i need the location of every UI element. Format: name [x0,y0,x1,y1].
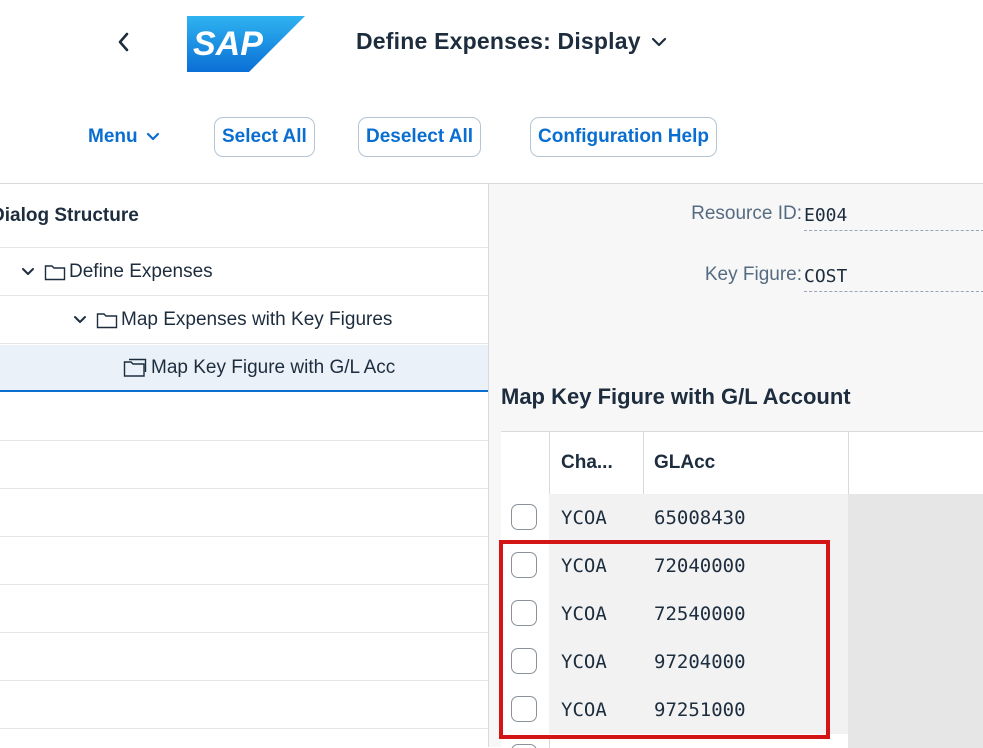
tree-item-label: Map Expenses with Key Figures [121,309,393,330]
cell-glacc: 72040000 [654,555,746,577]
row-checkbox[interactable] [511,600,537,626]
chevron-down-icon [651,37,666,46]
chevron-left-icon [118,32,129,52]
row-checkbox[interactable] [511,696,537,722]
column-divider [643,432,644,494]
chevron-down-icon [146,132,159,141]
menu-label: Menu [88,126,138,147]
deselect-all-button[interactable]: Deselect All [358,117,482,157]
tree-empty-row [0,393,488,441]
tree-empty-row [0,489,488,537]
table-empty-area [848,494,983,748]
folder-icon [96,310,118,330]
row-checkbox[interactable] [511,648,537,674]
select-all-button[interactable]: Select All [214,117,315,157]
cell-chart: YCOA [561,555,607,577]
dialog-structure-panel: Dialog Structure Define Expenses Map Exp… [0,183,488,747]
row-checkbox[interactable] [511,744,537,748]
table-row[interactable]: YCOA 72040000 [501,542,848,591]
tree-item-map-key-figure[interactable]: Map Key Figure with G/L Acc [0,345,488,392]
chevron-down-icon[interactable] [18,267,38,277]
resource-id-field[interactable]: E004 [804,200,983,231]
tree-item-define-expenses[interactable]: Define Expenses [0,249,488,296]
table-row[interactable]: YCOA 97251000 [501,686,848,735]
page-title: Define Expenses: Display [356,28,641,54]
table-row[interactable]: YCOA 72540000 [501,590,848,639]
resource-id-label: Resource ID: [691,203,802,224]
table-row[interactable]: YCOA 65008430 [501,494,848,543]
back-button[interactable] [112,27,134,57]
cell-chart: YCOA [561,699,607,721]
folder-page-icon [123,358,148,378]
column-divider [848,432,849,494]
dialog-structure-title: Dialog Structure [0,204,139,226]
column-header-glacc[interactable]: GLAcc [654,432,715,494]
column-header-chart[interactable]: Cha... [561,432,613,494]
menu-button[interactable]: Menu [88,117,160,157]
chevron-down-icon[interactable] [70,315,90,325]
section-title: Map Key Figure with G/L Account [501,384,851,409]
detail-panel: Resource ID: E004 Key Figure: COST Map K… [488,183,983,748]
cell-chart: YCOA [561,651,607,673]
table-row[interactable]: YCOA 97204000 [501,638,848,687]
page-title-dropdown[interactable]: Define Expenses: Display [356,28,667,55]
toolbar: Menu Select All Deselect All Configurati… [0,117,983,159]
svg-text:SAP: SAP [193,25,263,63]
cell-glacc: 65008430 [654,507,746,529]
tree-item-label: Define Expenses [69,261,213,282]
gl-account-table: Cha... GLAcc YCOA 65008430 YCOA 72040000… [501,431,983,748]
row-checkbox[interactable] [511,504,537,530]
folder-icon [44,262,66,282]
dialog-structure-header: Dialog Structure [0,184,488,248]
sap-logo: SAP [187,16,305,72]
tree-empty-row [0,633,488,681]
row-checkbox[interactable] [511,552,537,578]
tree-item-label: Map Key Figure with G/L Acc [151,356,396,378]
cell-glacc: 97204000 [654,651,746,673]
tree-empty-row [0,681,488,729]
key-figure-label: Key Figure: [704,264,802,285]
cell-chart: YCOA [561,603,607,625]
tree-empty-row [0,585,488,633]
cell-glacc: 97251000 [654,699,746,721]
tree-item-map-expenses[interactable]: Map Expenses with Key Figures [0,297,488,344]
key-figure-field[interactable]: COST [804,261,983,292]
cell-glacc: 72540000 [654,603,746,625]
configuration-help-button[interactable]: Configuration Help [530,117,717,157]
tree-empty-row [0,441,488,489]
tree-empty-row [0,537,488,585]
cell-chart: YCOA [561,507,607,529]
